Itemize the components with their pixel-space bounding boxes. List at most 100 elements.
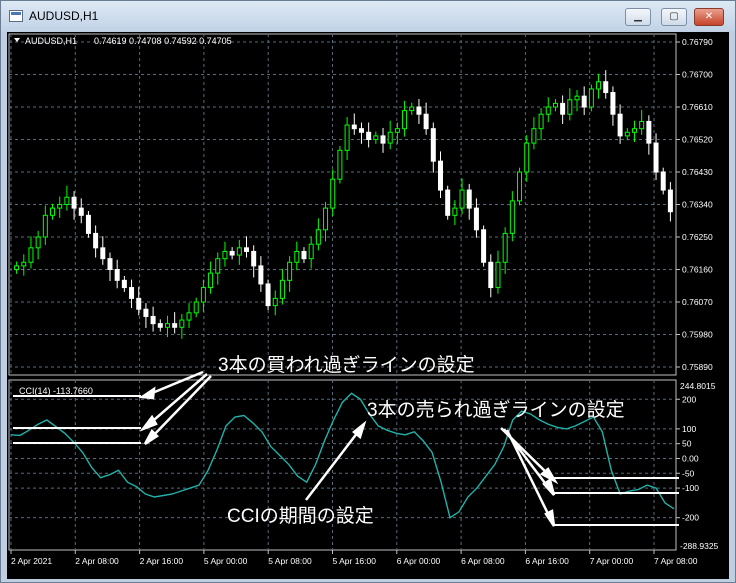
cci-tick-label: -100: [682, 483, 699, 493]
symbol-menu-icon[interactable]: [14, 38, 20, 42]
candle-body: [21, 261, 27, 267]
candle-body: [631, 128, 637, 133]
symbol-timeframe: AUDUSD,H1: [25, 36, 77, 46]
overbought-annotation: 3本の買われ過ぎラインの設定: [218, 354, 475, 376]
candle-body: [394, 128, 400, 133]
candle-body: [373, 135, 379, 140]
cci-tick-label: 100: [682, 424, 696, 434]
candle-body: [430, 128, 436, 162]
candle-body: [610, 92, 616, 115]
candle-body: [200, 287, 206, 303]
candle-body: [667, 189, 673, 213]
time-tick-label: 2 Apr 08:00: [75, 556, 119, 566]
ohlc-values: 0.74619 0.74708 0.74592 0.74705: [94, 36, 232, 46]
candle-body: [294, 250, 300, 263]
time-tick-label: 6 Apr 08:00: [461, 556, 505, 566]
candle-body: [517, 171, 523, 202]
minimize-button[interactable]: ▁: [625, 8, 651, 26]
candle-body: [287, 261, 293, 281]
candle-body: [366, 131, 372, 141]
price-tick-label: 0.76250: [682, 232, 713, 242]
candle-body: [409, 106, 415, 112]
candle-body: [423, 113, 429, 130]
candle-body: [272, 297, 278, 307]
candle-body: [64, 196, 70, 205]
candle-body: [208, 272, 214, 289]
cci-min-label: -288.9325: [680, 541, 719, 551]
candle-body: [380, 135, 386, 144]
candle-body: [545, 106, 551, 115]
candle-body: [509, 200, 515, 234]
candle-body: [617, 113, 623, 137]
cci-max-label: 244.8015: [680, 381, 716, 391]
candle-body: [445, 189, 451, 216]
price-tick-label: 0.76160: [682, 265, 713, 275]
candle-body: [85, 214, 91, 234]
chart-svg[interactable]: 0.76790 0.76700 0.76610 0.76520 0.76430 0.763…: [7, 32, 729, 579]
candle-body: [143, 308, 149, 317]
time-tick-label: 5 Apr 00:00: [204, 556, 248, 566]
time-tick-label: 5 Apr 08:00: [268, 556, 312, 566]
cci-tick-label: -200: [682, 513, 699, 523]
candle-body: [416, 106, 422, 115]
candle-body: [646, 120, 652, 144]
candle-body: [387, 131, 393, 144]
candle-body: [186, 312, 192, 321]
candle-body: [42, 214, 48, 238]
candle-body: [358, 128, 364, 133]
oversold-arrows: [500, 427, 559, 527]
candle-body: [538, 113, 544, 130]
candle-body: [481, 229, 487, 263]
candle-body: [114, 269, 120, 281]
candle-body: [129, 287, 135, 299]
time-tick-label: 5 Apr 16:00: [333, 556, 377, 566]
chart-area[interactable]: 0.76790 0.76700 0.76610 0.76520 0.76430 0.763…: [7, 32, 729, 579]
oversold-annotation: 3本の売られ過ぎラインの設定: [367, 399, 625, 421]
candle-body: [236, 247, 242, 256]
price-tick-label: 0.75980: [682, 330, 713, 340]
candle-body: [653, 142, 659, 173]
period-arrows: [305, 420, 367, 501]
candle-body: [244, 247, 250, 252]
candle-body: [78, 207, 84, 216]
candle-body: [172, 323, 178, 328]
candle-body: [552, 102, 558, 108]
candle-body: [301, 250, 307, 260]
candle-body: [315, 229, 321, 245]
candle-body: [215, 258, 221, 274]
candle-body: [251, 250, 257, 267]
price-tick-label: 0.76520: [682, 135, 713, 145]
candle-body: [402, 110, 408, 130]
candle-body: [265, 283, 271, 307]
candle-body: [581, 95, 587, 108]
candle-body: [323, 207, 329, 231]
maximize-button[interactable]: ▢: [661, 8, 687, 26]
candle-body: [639, 120, 645, 130]
candle-body: [560, 102, 566, 115]
close-button[interactable]: ✕: [694, 8, 724, 26]
candle-body: [164, 323, 170, 328]
time-tick-label: 2 Apr 2021: [11, 556, 52, 566]
price-tick-label: 0.76430: [682, 167, 713, 177]
cci-tick-label: 0.00: [682, 453, 699, 463]
candle-body: [107, 258, 113, 271]
candle-body: [495, 261, 501, 289]
candle-body: [660, 171, 666, 191]
title-bar[interactable]: AUDUSD,H1 ▁ ▢ ✕: [1, 1, 735, 31]
candle-body: [459, 189, 465, 209]
candle-body: [344, 124, 350, 151]
candle-body: [258, 265, 264, 285]
candle-body: [452, 207, 458, 216]
chart-window-icon: [9, 10, 23, 22]
candle-body: [337, 149, 343, 180]
price-tick-label: 0.75890: [682, 362, 713, 372]
candle-body: [596, 81, 602, 90]
candle-body: [121, 279, 127, 289]
candle-body: [588, 88, 594, 108]
candle-body: [71, 196, 77, 209]
overbought-lines: [13, 395, 141, 444]
time-tick-label: 7 Apr 00:00: [590, 556, 634, 566]
candle-body: [14, 265, 20, 270]
candle-body: [279, 279, 285, 299]
candle-body: [437, 160, 443, 191]
